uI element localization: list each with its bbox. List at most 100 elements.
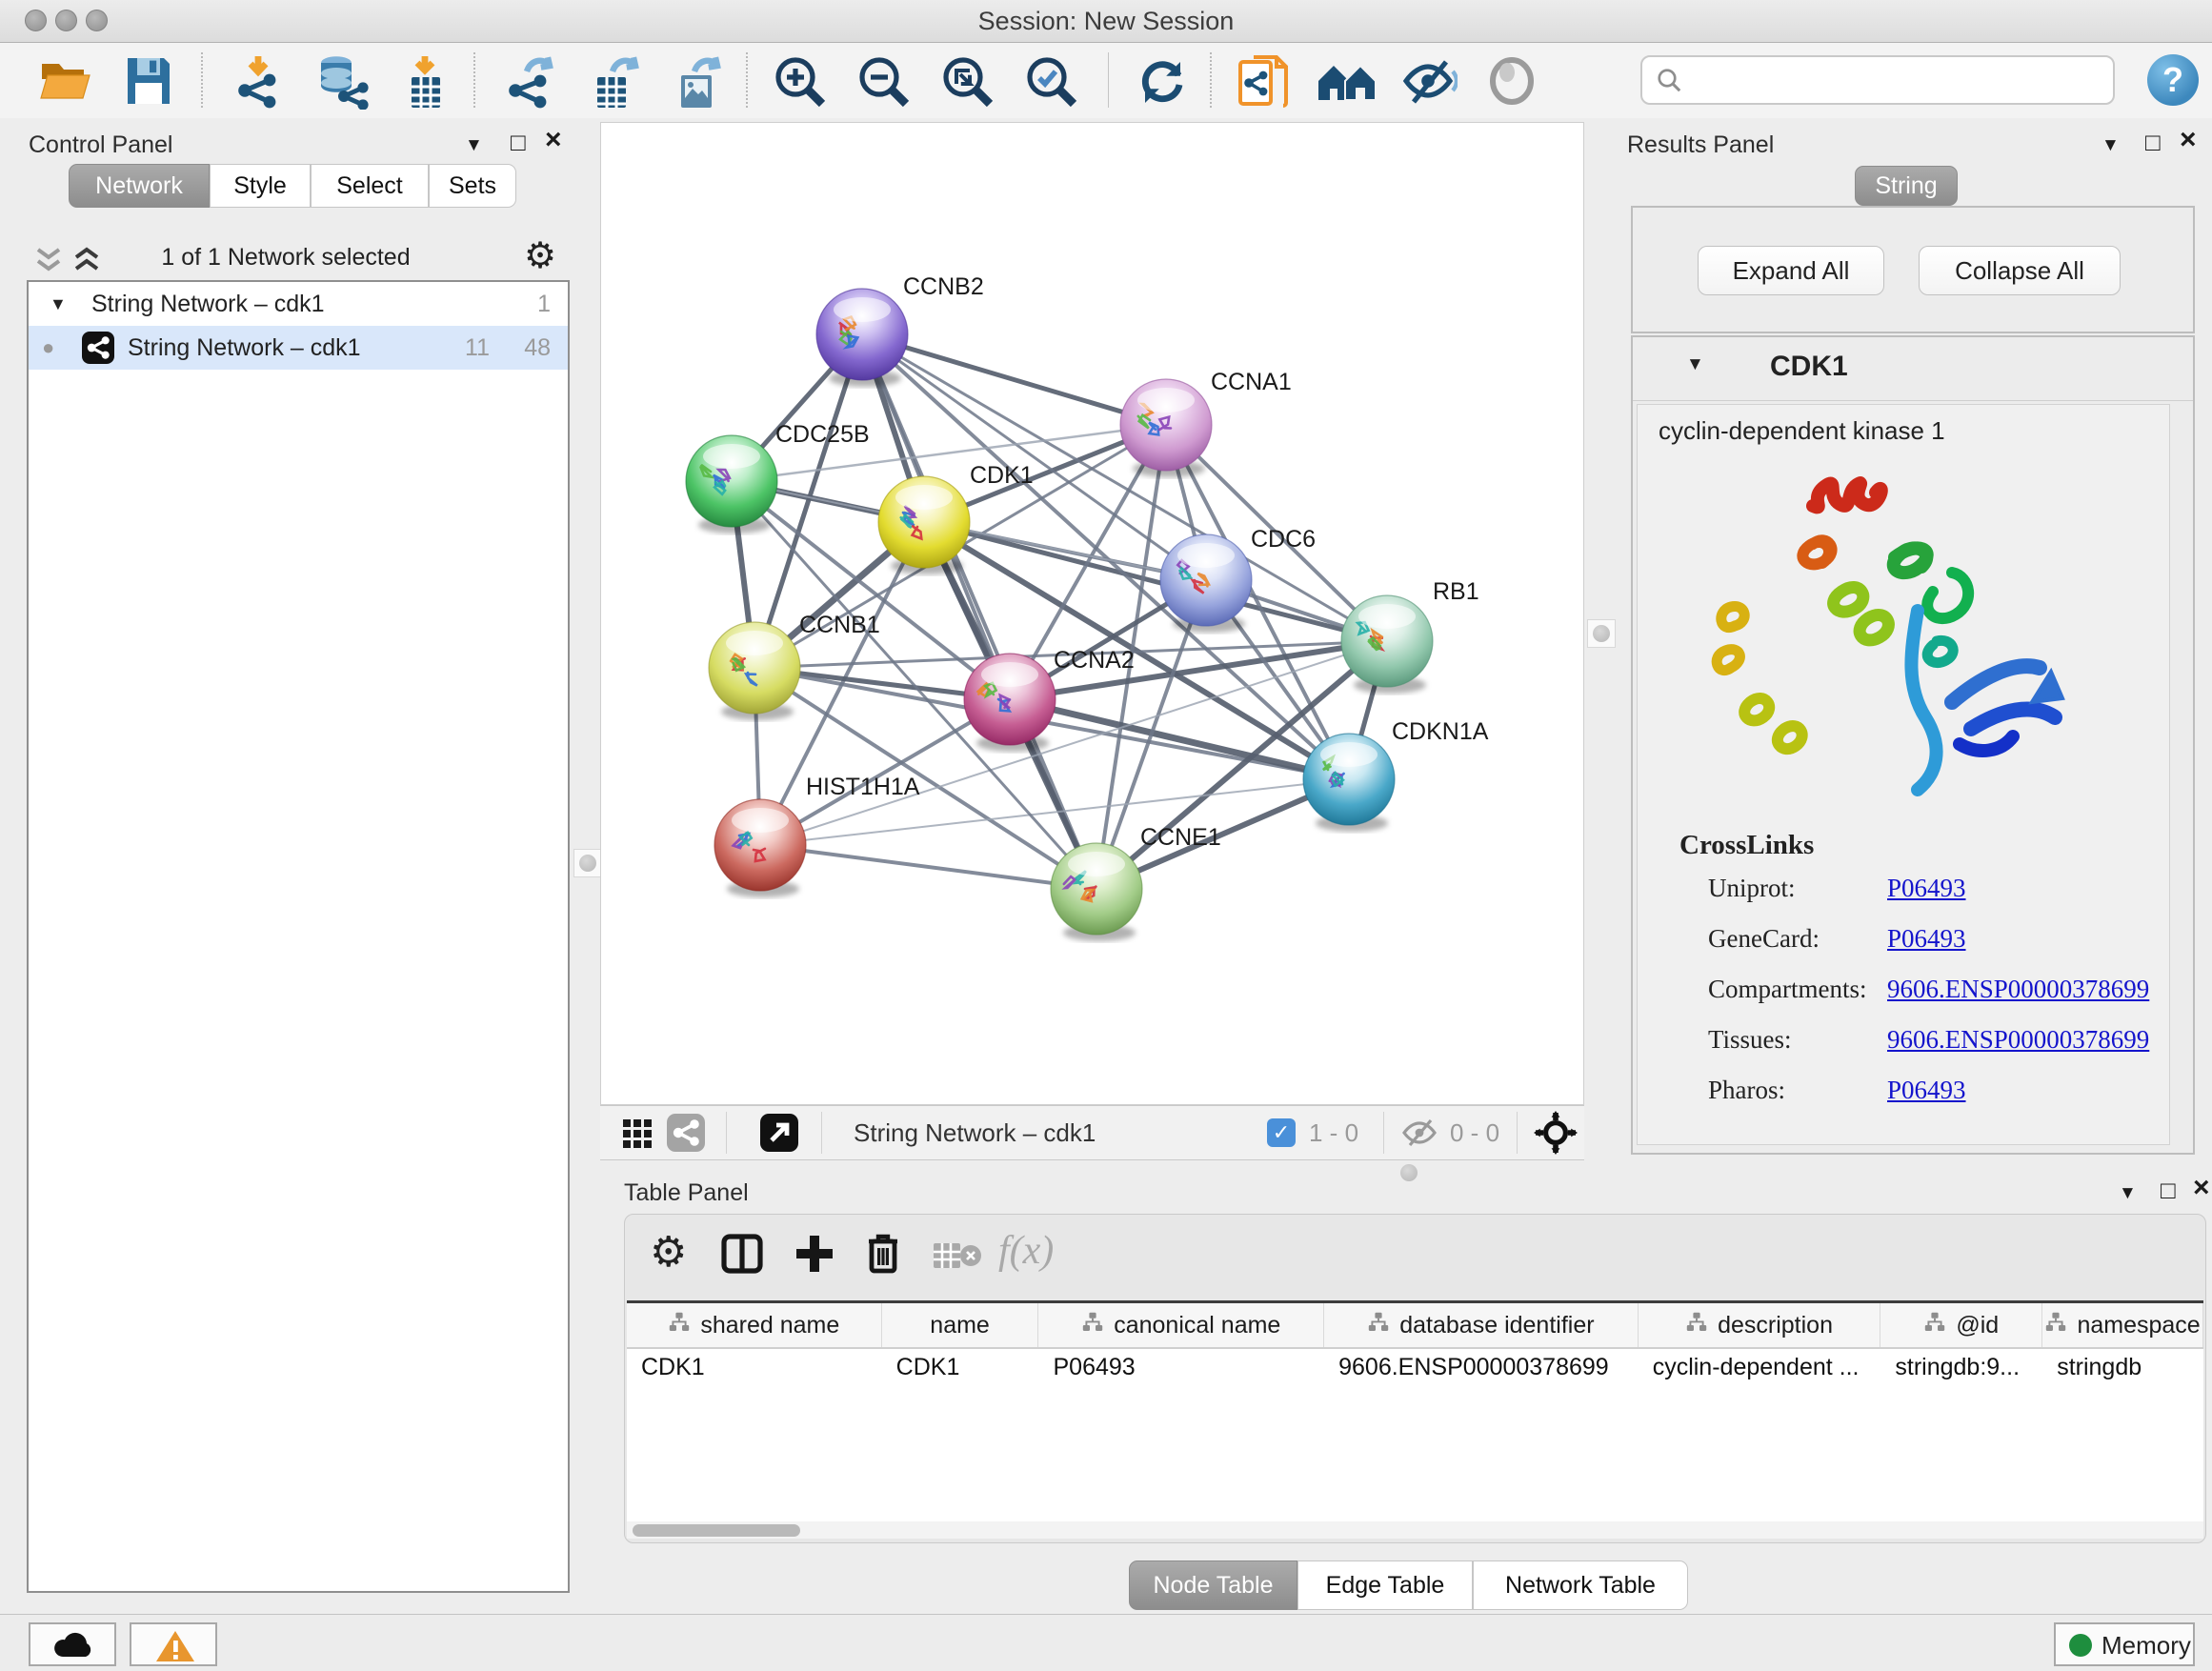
network-edge-CDK1-RB1[interactable] bbox=[924, 522, 1387, 641]
tab-node-table[interactable]: Node Table bbox=[1129, 1560, 1297, 1610]
right-splitter-handle[interactable] bbox=[1587, 619, 1616, 648]
table-hscrollbar[interactable] bbox=[627, 1521, 2203, 1539]
zoom-fit-button[interactable] bbox=[940, 54, 997, 108]
column-header-database-identifier[interactable]: database identifier bbox=[1324, 1303, 1639, 1347]
bottom-splitter-handle[interactable] bbox=[1400, 1164, 1418, 1181]
panel-close-icon[interactable]: × bbox=[545, 130, 562, 151]
column-header-label: canonical name bbox=[1114, 1312, 1280, 1339]
expand-all-icon[interactable] bbox=[70, 246, 103, 274]
network-node-CCNE1[interactable] bbox=[1051, 843, 1142, 941]
network-graph[interactable]: CCNB2CCNA1CDC25BCDK1CDC6RB1CCNB1CCNA2CDK… bbox=[601, 123, 1585, 1106]
tab-network[interactable]: Network bbox=[69, 164, 210, 208]
zoom-selected-button[interactable] bbox=[1024, 54, 1081, 108]
node-label-CDKN1A: CDKN1A bbox=[1392, 718, 1489, 745]
hidden-eye-icon[interactable] bbox=[1400, 1118, 1438, 1147]
network-collection-row[interactable]: ▼ String Network – cdk1 1 bbox=[29, 282, 568, 326]
panel-float-icon[interactable]: □ bbox=[511, 131, 526, 152]
add-column-icon[interactable] bbox=[793, 1232, 836, 1276]
crosslink-value-link[interactable]: 9606.ENSP00000378699 bbox=[1887, 1025, 2149, 1055]
panel-close-icon[interactable]: × bbox=[2180, 130, 2197, 151]
function-builder-icon: f(x) bbox=[998, 1228, 1054, 1274]
section-collapse-icon[interactable]: ▼ bbox=[1686, 354, 1704, 375]
cloud-status-button[interactable] bbox=[29, 1622, 116, 1666]
zoom-selected-icon bbox=[1024, 54, 1081, 111]
zoom-out-button[interactable] bbox=[856, 54, 914, 108]
string-protein-query-button[interactable] bbox=[1237, 54, 1290, 108]
crosslink-value-link[interactable]: P06493 bbox=[1887, 1076, 1966, 1105]
network-node-HIST1H1A[interactable] bbox=[714, 799, 806, 897]
column-header-shared-name[interactable]: shared name bbox=[627, 1303, 882, 1347]
column-header-description[interactable]: description bbox=[1639, 1303, 1881, 1347]
search-input[interactable] bbox=[1696, 61, 2100, 99]
current-network-dot-icon: ● bbox=[42, 326, 54, 370]
table-row[interactable]: CDK1CDK1P064939606.ENSP00000378699cyclin… bbox=[627, 1349, 2203, 1385]
tab-edge-table[interactable]: Edge Table bbox=[1297, 1560, 1473, 1610]
string-home-button[interactable] bbox=[1315, 54, 1376, 108]
panel-menu-icon[interactable]: ▼ bbox=[2101, 135, 2120, 156]
search-box[interactable] bbox=[1640, 55, 2115, 105]
open-in-new-icon[interactable] bbox=[760, 1114, 798, 1152]
refresh-icon bbox=[1134, 54, 1191, 111]
network-edge-CCNE1-HIST1H1A[interactable] bbox=[760, 845, 1096, 889]
import-table-button[interactable] bbox=[398, 54, 452, 108]
left-splitter-handle[interactable] bbox=[573, 849, 602, 877]
apply-layout-button[interactable] bbox=[1134, 54, 1191, 108]
protein-structure-image bbox=[1693, 458, 2074, 826]
export-network-icon bbox=[502, 54, 561, 110]
panel-menu-icon[interactable]: ▼ bbox=[465, 135, 483, 156]
panel-menu-icon[interactable]: ▼ bbox=[2119, 1183, 2137, 1204]
crosslink-value-link[interactable]: 9606.ENSP00000378699 bbox=[1887, 975, 2149, 1004]
open-session-button[interactable] bbox=[38, 54, 91, 108]
tab-string[interactable]: String bbox=[1855, 166, 1958, 206]
string-badge-icon[interactable] bbox=[667, 1114, 705, 1152]
network-canvas[interactable]: CCNB2CCNA1CDC25BCDK1CDC6RB1CCNB1CCNA2CDK… bbox=[600, 122, 1584, 1105]
export-table-button[interactable] bbox=[586, 54, 645, 108]
tab-sets[interactable]: Sets bbox=[429, 164, 516, 208]
column-header--id[interactable]: @id bbox=[1880, 1303, 2042, 1347]
warnings-button[interactable] bbox=[130, 1622, 217, 1666]
export-image-button[interactable] bbox=[670, 54, 727, 108]
hscrollbar-thumb[interactable] bbox=[633, 1524, 800, 1537]
memory-button[interactable]: Memory bbox=[2054, 1622, 2195, 1666]
network-node-CCNA2[interactable] bbox=[964, 654, 1056, 752]
import-network-from-database-button[interactable] bbox=[312, 54, 371, 108]
network-edge-CCNB2-CCNA1[interactable] bbox=[862, 334, 1166, 425]
collapse-all-button[interactable]: Collapse All bbox=[1919, 246, 2121, 295]
network-node-CCNB1[interactable] bbox=[709, 622, 800, 720]
grid-view-icon[interactable] bbox=[621, 1117, 654, 1148]
import-network-button[interactable] bbox=[231, 54, 287, 108]
network-node-RB1[interactable] bbox=[1341, 595, 1433, 694]
tab-network-table[interactable]: Network Table bbox=[1473, 1560, 1688, 1610]
show-graphics-details-button[interactable] bbox=[1486, 54, 1538, 108]
show-columns-icon[interactable] bbox=[720, 1232, 764, 1276]
column-header-canonical-name[interactable]: canonical name bbox=[1038, 1303, 1324, 1347]
selected-nodes-checkbox-icon[interactable]: ✓ bbox=[1267, 1118, 1296, 1147]
save-session-button[interactable] bbox=[124, 54, 173, 108]
tab-select[interactable]: Select bbox=[311, 164, 429, 208]
fit-content-crosshair-icon[interactable] bbox=[1534, 1111, 1578, 1155]
expand-all-button[interactable]: Expand All bbox=[1698, 246, 1884, 295]
network-selection-status: 1 of 1 Network selected bbox=[105, 244, 467, 272]
column-header-name[interactable]: name bbox=[882, 1303, 1039, 1347]
network-view-title: String Network – cdk1 bbox=[854, 1118, 1096, 1148]
export-network-button[interactable] bbox=[502, 54, 561, 108]
help-button[interactable]: ? bbox=[2147, 54, 2199, 106]
collapse-all-icon[interactable] bbox=[32, 246, 65, 274]
panel-float-icon[interactable]: □ bbox=[2161, 1179, 2176, 1200]
panel-close-icon[interactable]: × bbox=[2193, 1178, 2210, 1198]
network-options-gear-icon[interactable]: ⚙ bbox=[524, 234, 556, 277]
crosslink-value-link[interactable]: P06493 bbox=[1887, 874, 1966, 903]
table-settings-gear-icon[interactable]: ⚙ bbox=[650, 1230, 687, 1276]
tree-expand-icon[interactable]: ▼ bbox=[50, 282, 67, 326]
network-node-CCNA1[interactable] bbox=[1120, 379, 1212, 477]
tab-style[interactable]: Style bbox=[210, 164, 311, 208]
column-header-namespace[interactable]: namespace bbox=[2042, 1303, 2203, 1347]
network-row[interactable]: ● String Network – cdk1 11 48 bbox=[29, 326, 568, 370]
delete-column-icon[interactable] bbox=[861, 1230, 905, 1276]
hide-glass-style-button[interactable] bbox=[1398, 54, 1458, 108]
panel-float-icon[interactable]: □ bbox=[2145, 131, 2161, 152]
network-node-CDKN1A[interactable] bbox=[1303, 734, 1395, 832]
gene-section-header[interactable]: ▼ CDK1 bbox=[1633, 337, 2193, 401]
crosslink-value-link[interactable]: P06493 bbox=[1887, 924, 1966, 954]
zoom-in-button[interactable] bbox=[773, 54, 830, 108]
